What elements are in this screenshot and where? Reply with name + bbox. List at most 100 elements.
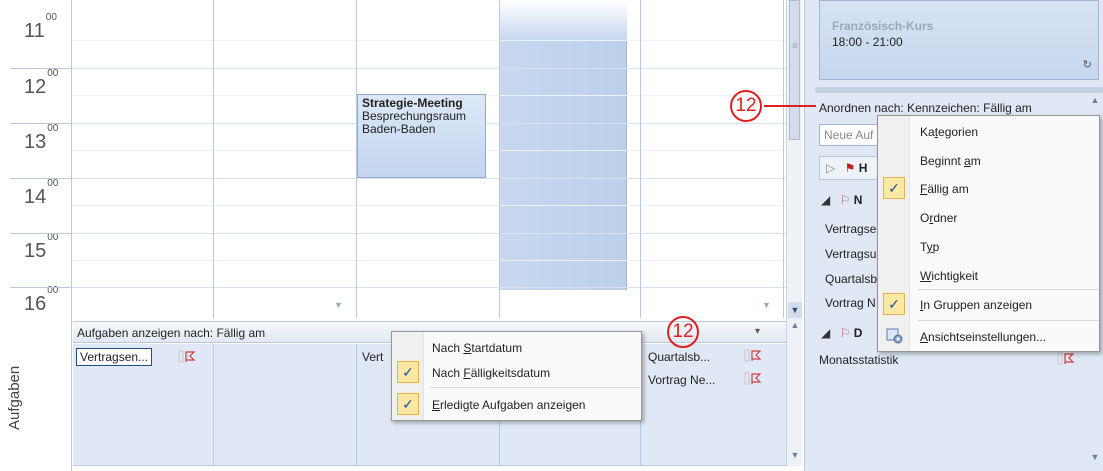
pane-splitter[interactable]: [815, 87, 1103, 93]
menu-item-ansichtseinstellungen[interactable]: Ansichtseinstellungen...: [920, 330, 1046, 344]
scroll-down-button[interactable]: ▼: [788, 302, 802, 318]
hour-label-14: 1400: [24, 178, 59, 208]
appointment-card[interactable]: Französisch-Kurs 18:00 - 21:00 ↻: [819, 0, 1099, 80]
todo-item[interactable]: Vertragse: [825, 222, 876, 236]
menu-item-in-gruppen[interactable]: In Gruppen anzeigen: [920, 298, 1032, 312]
day-separator: [213, 0, 214, 320]
day-separator: [783, 0, 784, 320]
menu-gutter: [878, 116, 910, 351]
hour-label-13: 1300: [24, 123, 59, 153]
day-separator: [499, 0, 500, 320]
appointment-card-time: 18:00 - 21:00: [832, 35, 903, 49]
half-hour-line: [72, 205, 786, 206]
selected-day-column[interactable]: [499, 0, 627, 290]
hour-divider: [10, 287, 72, 288]
todo-item[interactable]: Monatsstatistik: [819, 353, 898, 367]
menu-separator: [918, 320, 1098, 321]
menu-item-wichtigkeit[interactable]: Wichtigkeit: [920, 269, 978, 283]
menu-separator: [430, 387, 640, 388]
flag-icon[interactable]: [1057, 352, 1075, 366]
more-below-icon[interactable]: ▼: [762, 300, 771, 310]
task-item-selected[interactable]: Vertragsen...: [76, 348, 153, 366]
task-item[interactable]: Quartalsb...: [648, 350, 710, 364]
menu-separator: [918, 289, 1098, 290]
scroll-down-button[interactable]: ▼: [1088, 452, 1102, 466]
flag-icon[interactable]: [744, 372, 762, 386]
hour-divider: [10, 178, 72, 179]
collapse-icon[interactable]: ◢: [821, 193, 830, 207]
menu-item-faelligkeitsdatum[interactable]: Nach Fälligkeitsdatum: [432, 366, 550, 380]
tasks-scrollbar[interactable]: ▲ ▼: [786, 320, 802, 466]
callout-line: [764, 105, 816, 107]
check-icon: ✓: [883, 293, 905, 315]
calendar-scrollbar-thumb[interactable]: [789, 0, 800, 140]
arrange-by-label: Anordnen nach: Kennzeichen: Fällig am: [819, 101, 1032, 115]
menu-item-kategorien[interactable]: Kategorien: [920, 125, 978, 139]
menu-item-ordner[interactable]: Ordner: [920, 211, 957, 225]
expand-icon[interactable]: ▷: [826, 161, 835, 175]
hour-label-16: 1600: [24, 285, 59, 315]
hour-divider: [10, 123, 72, 124]
calendar-day-view: 1100 1200 1300 1400 1500 1600 Strategie-…: [0, 0, 786, 320]
menu-item-typ[interactable]: Typ: [920, 240, 939, 254]
task-item[interactable]: Vortrag Ne...: [648, 373, 715, 387]
hour-line: [72, 233, 786, 234]
scrollbar-grip-icon: ≡: [792, 41, 798, 52]
group-row-label: N: [853, 193, 863, 207]
group-row-d[interactable]: ◢ ⚐ D: [815, 322, 868, 346]
tasks-arrange-menu: Nach Startdatum ✓ Nach Fälligkeitsdatum …: [391, 331, 642, 421]
day-separator: [213, 344, 214, 466]
appointment-place: Baden-Baden: [362, 122, 436, 136]
selected-day-column-top: [499, 0, 627, 40]
callout-badge: 12: [730, 90, 762, 122]
recurrence-icon: ↻: [1082, 59, 1092, 71]
group-row-label: H: [858, 161, 868, 175]
check-icon: ✓: [883, 177, 905, 199]
collapse-icon[interactable]: ◢: [821, 326, 830, 340]
arrange-by-menu: Kategorien Beginnt am ✓ Fällig am Ordner…: [877, 115, 1100, 352]
tasks-vertical-label: Aufgaben: [6, 365, 23, 430]
view-settings-icon: [886, 328, 903, 344]
hour-divider: [10, 233, 72, 234]
appointment-strategie-meeting[interactable]: Strategie-Meeting Besprechungsraum Baden…: [357, 94, 486, 178]
half-hour-line: [72, 40, 786, 41]
todo-item[interactable]: Vortrag N: [825, 296, 876, 310]
callout-badge: 12: [667, 316, 699, 348]
flag-icon[interactable]: [178, 350, 196, 364]
appointment-card-title: Französisch-Kurs: [832, 19, 934, 33]
flag-icon: ⚑: [844, 161, 856, 175]
flag-icon: ⚐: [839, 193, 851, 207]
calendar-scrollbar[interactable]: ≡ ▼: [786, 0, 802, 320]
check-icon: ✓: [397, 361, 419, 383]
flag-icon: ⚐: [839, 326, 851, 340]
hour-line: [72, 287, 786, 288]
task-item[interactable]: Vert: [362, 350, 383, 364]
scroll-up-button[interactable]: ▲: [1088, 95, 1102, 109]
group-row-label: D: [853, 326, 863, 340]
tasks-side-panel: Aufgaben: [0, 318, 72, 471]
hour-label-15: 1500: [24, 232, 59, 262]
menu-item-startdatum[interactable]: Nach Startdatum: [432, 341, 522, 355]
day-separator: [640, 0, 641, 320]
hour-label-12: 1200: [24, 68, 59, 98]
hour-line: [72, 178, 786, 179]
scroll-down-button[interactable]: ▼: [788, 450, 802, 464]
hour-label-11: 1100: [24, 12, 57, 42]
check-icon: ✓: [397, 393, 419, 415]
group-row-n[interactable]: ◢ ⚐ N: [815, 189, 868, 213]
todo-item[interactable]: Quartalsb: [825, 272, 877, 286]
scroll-up-button[interactable]: ▲: [788, 320, 802, 334]
tasks-header-label: Aufgaben anzeigen nach: Fällig am: [77, 326, 266, 340]
menu-item-erledigte-aufgaben[interactable]: Erledigte Aufgaben anzeigen: [432, 398, 585, 412]
menu-item-faellig-am[interactable]: Fällig am: [920, 182, 969, 196]
chevron-down-icon[interactable]: ▾: [755, 326, 760, 337]
half-hour-line: [72, 260, 786, 261]
time-column: 1100 1200 1300 1400 1500 1600: [0, 0, 72, 320]
flag-icon[interactable]: [744, 349, 762, 363]
more-below-icon[interactable]: ▼: [334, 300, 343, 310]
hour-line: [72, 68, 786, 69]
day-separator: [356, 344, 357, 466]
hour-divider: [10, 68, 72, 69]
menu-item-beginnt-am[interactable]: Beginnt am: [920, 154, 981, 168]
todo-item[interactable]: Vertragsu: [825, 247, 876, 261]
